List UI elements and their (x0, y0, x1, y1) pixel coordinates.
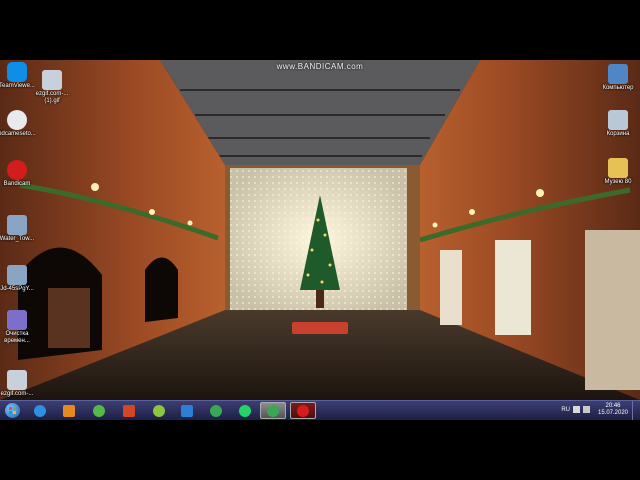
whatsapp-icon (239, 404, 251, 417)
folder-icon (608, 158, 628, 178)
taskbar-button[interactable] (56, 402, 82, 419)
desktop-icon-label: Очистка времен... (4, 331, 30, 344)
taskbar-button[interactable] (146, 402, 172, 419)
utorrent-icon (93, 404, 105, 417)
action-center-flag-icon[interactable] (573, 406, 580, 413)
desktop-icon[interactable]: Корзина (596, 110, 640, 138)
clock-date: 15.07.2020 (597, 410, 629, 416)
chrome-icon (210, 404, 222, 417)
desktop-icon-label: Компьютер (602, 85, 634, 91)
chrome-active-icon (267, 404, 279, 417)
desktop-icon[interactable]: Музею 80 (596, 158, 640, 186)
gif-file-icon (42, 70, 62, 90)
taskbar-button[interactable] (260, 402, 286, 419)
computer-icon (608, 64, 628, 84)
bandicam-settings-icon (7, 110, 27, 130)
taskbar: RU 20:46 15.07.2020 (0, 400, 640, 420)
desktop-icon[interactable]: bdcameseto... (0, 110, 39, 138)
letterbox-top (0, 0, 640, 60)
photoshop-icon (181, 404, 193, 417)
desktop-icon-label: Water_Tow... (0, 236, 35, 242)
image-file-icon (7, 215, 27, 235)
media-player-icon (63, 404, 75, 417)
recorder-watermark: www.BANDICAM.com (276, 62, 364, 71)
desktop-icon-label: Музею 80 (604, 179, 632, 185)
desktop-icon-label: Корзина (606, 131, 630, 137)
desktop-icon[interactable]: Jd-45sPgY... (0, 265, 39, 293)
system-tray: RU 20:46 15.07.2020 (528, 401, 638, 420)
bandicam-icon (7, 160, 27, 180)
taskbar-button[interactable] (27, 402, 53, 419)
taskbar-button[interactable] (116, 402, 142, 419)
image-file-icon (7, 265, 27, 285)
clock[interactable]: 20:46 15.07.2020 (596, 403, 630, 417)
taskbar-button[interactable] (174, 402, 200, 419)
gif-file-icon (7, 370, 27, 390)
teamviewer-icon (7, 62, 27, 82)
desktop-icon-label: Jd-45sPgY... (0, 286, 34, 292)
desktop-screen: www.BANDICAM.com TeamViewe... ezgif.com-.… (0, 60, 640, 420)
windows-start-icon (4, 403, 20, 418)
start-button[interactable] (0, 402, 24, 419)
desktop-icon[interactable]: ezgif.com-... (0, 370, 39, 398)
taskbar-button[interactable] (86, 402, 112, 419)
desktop-icon-label: ezgif.com-... (1).gif (35, 91, 69, 104)
desktop-icon[interactable]: Water_Tow... (0, 215, 39, 243)
desktop-icon-label: bdcameseto... (0, 131, 36, 137)
show-desktop-button[interactable] (632, 401, 638, 420)
taskbar-button[interactable] (232, 402, 258, 419)
desktop-icon[interactable]: Bandicam (0, 160, 39, 188)
clock-time: 20:46 (605, 403, 621, 409)
recycle-bin-icon (608, 110, 628, 130)
internet-explorer-icon (34, 404, 46, 417)
cleanup-icon (7, 310, 27, 330)
desktop-icon[interactable]: ezgif.com-... (1).gif (30, 70, 74, 105)
taskbar-button[interactable] (203, 402, 229, 419)
desktop-icon[interactable]: Очистка времен... (0, 310, 39, 345)
network-icon[interactable] (583, 406, 590, 413)
letterbox-bottom (0, 420, 640, 480)
desktop-wallpaper (0, 60, 640, 400)
language-indicator[interactable]: RU (561, 407, 570, 413)
desktop-icon-label: Bandicam (3, 181, 31, 187)
powerpoint-icon (123, 404, 135, 417)
taskbar-button[interactable] (290, 402, 316, 419)
add-plus-icon (153, 404, 165, 417)
desktop-icon[interactable]: Компьютер (596, 64, 640, 92)
desktop-icon-label: ezgif.com-... (0, 391, 34, 397)
bandicam-record-icon (297, 404, 309, 417)
